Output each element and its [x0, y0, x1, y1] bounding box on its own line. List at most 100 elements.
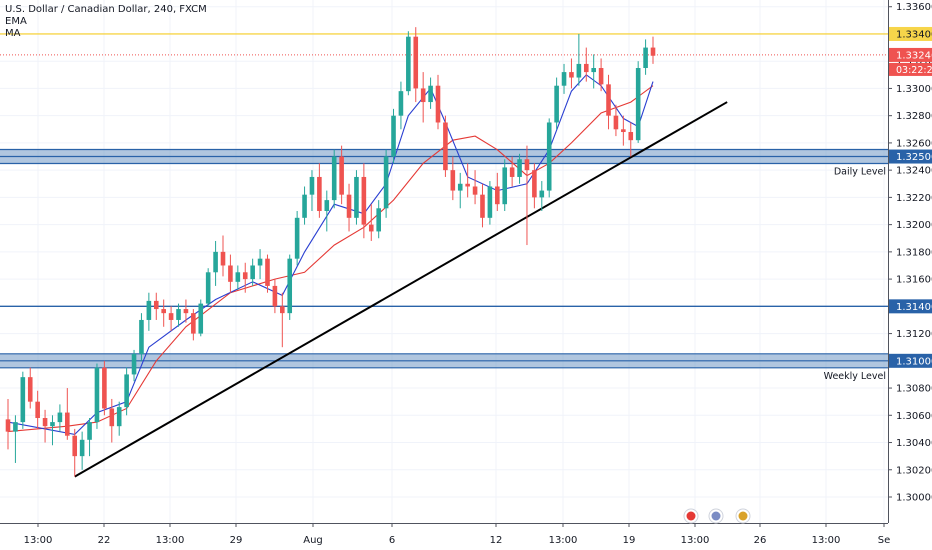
candle — [161, 299, 166, 327]
y-tick-label: 1.30400 — [896, 438, 932, 449]
candle — [27, 367, 33, 409]
candle — [287, 254, 293, 320]
candle-body — [435, 85, 441, 123]
candle-body — [116, 407, 122, 427]
candle — [354, 170, 359, 225]
candle-body — [406, 36, 411, 92]
candle-body — [524, 159, 530, 171]
candle — [406, 31, 411, 96]
y-tick-label: 1.32000 — [896, 220, 932, 231]
candle — [331, 149, 337, 209]
economic-events[interactable] — [683, 508, 751, 524]
candle-body — [35, 401, 40, 419]
candle-body — [153, 300, 159, 310]
candle — [457, 172, 463, 209]
candle-body — [183, 309, 189, 314]
candle-body — [480, 194, 485, 218]
candle-body — [532, 170, 537, 198]
candle-body — [294, 217, 300, 259]
candle — [376, 200, 381, 239]
candle-body — [198, 303, 204, 334]
candle — [265, 254, 270, 293]
x-tick-label: 13:00 — [681, 535, 710, 546]
candle-body — [176, 309, 181, 320]
candle — [42, 409, 48, 443]
event-marker[interactable] — [708, 508, 724, 524]
candle-body — [391, 115, 396, 157]
candle — [561, 63, 567, 94]
x-tick-label: 13:00 — [156, 535, 185, 546]
candle-body — [287, 258, 293, 314]
candle-body — [242, 272, 248, 280]
candle — [257, 249, 263, 280]
x-tick-label: 22 — [98, 535, 111, 546]
x-tick-label: 26 — [754, 535, 767, 546]
chart-title: U.S. Dollar / Canadian Dollar, 240, FXCM — [5, 4, 207, 15]
y-tick-label: 1.30600 — [896, 411, 932, 422]
candle-body — [317, 176, 322, 212]
x-tick-label: 13:00 — [549, 535, 578, 546]
level-price-label: 1.32500 — [896, 152, 932, 163]
ma-legend[interactable]: MA — [5, 28, 207, 40]
candle-body — [87, 422, 92, 440]
candle-body — [220, 251, 226, 266]
level-name: Daily Level — [834, 167, 886, 178]
candle-body — [598, 68, 604, 85]
candle-body — [94, 367, 100, 423]
candle-body — [650, 47, 656, 56]
candle-body — [191, 313, 196, 334]
candle-body — [57, 412, 63, 423]
level-price-label: 1.31000 — [896, 356, 932, 367]
ema-legend[interactable]: EMA — [5, 16, 207, 28]
candle-body — [383, 156, 389, 209]
candle-body — [213, 251, 218, 273]
candle — [546, 118, 552, 198]
x-tick-label: 12 — [490, 535, 503, 546]
time-axis[interactable]: 13:00 22 13:00 29 Aug 6 12 13:00 19 13:00 26 13:00 S… — [0, 523, 890, 546]
candle — [383, 149, 389, 218]
candle-body — [613, 115, 619, 130]
candle — [35, 390, 40, 429]
candle — [87, 418, 92, 457]
candle-body — [161, 309, 166, 314]
candle-body — [450, 170, 456, 191]
y-tick-label: 1.32400 — [896, 166, 932, 177]
candle — [487, 181, 493, 225]
candle-body — [502, 167, 508, 205]
candle — [598, 58, 604, 92]
candle — [569, 58, 574, 89]
candle — [576, 33, 582, 86]
candle-body — [509, 167, 515, 177]
candle-body — [443, 122, 448, 171]
candle-body — [643, 47, 648, 69]
price-axis[interactable]: 1.336001.334001.332001.330001.328001.326… — [888, 0, 932, 550]
candle — [13, 415, 18, 463]
event-flag-dot — [711, 511, 721, 521]
candle — [443, 115, 448, 177]
candle-body — [124, 374, 129, 408]
candle-body — [79, 439, 85, 457]
event-marker[interactable] — [683, 508, 699, 524]
candle — [591, 54, 596, 89]
candle-body — [235, 272, 241, 282]
level-price-label: 1.31400 — [896, 302, 932, 313]
x-tick-label: 13:00 — [24, 535, 53, 546]
y-tick-label: 1.31600 — [896, 275, 932, 286]
candle-body — [250, 265, 255, 280]
candle-body — [546, 122, 552, 191]
candle-body — [109, 408, 115, 427]
candle-body — [635, 68, 641, 141]
candle — [428, 77, 433, 109]
candle-body — [228, 265, 233, 282]
candle — [79, 431, 85, 470]
y-tick-label: 1.33600 — [896, 2, 932, 13]
chart-legend: U.S. Dollar / Canadian Dollar, 240, FXCM… — [5, 4, 207, 40]
candle — [621, 115, 626, 146]
candle — [554, 77, 559, 130]
candle-body — [42, 418, 48, 427]
candle — [102, 360, 107, 416]
price-chart[interactable]: Daily Level Weekly Level 1.33600 1.33400 1.… — [0, 0, 932, 550]
candle-body — [457, 183, 463, 191]
candle-body — [361, 176, 367, 225]
event-marker[interactable] — [735, 508, 751, 524]
